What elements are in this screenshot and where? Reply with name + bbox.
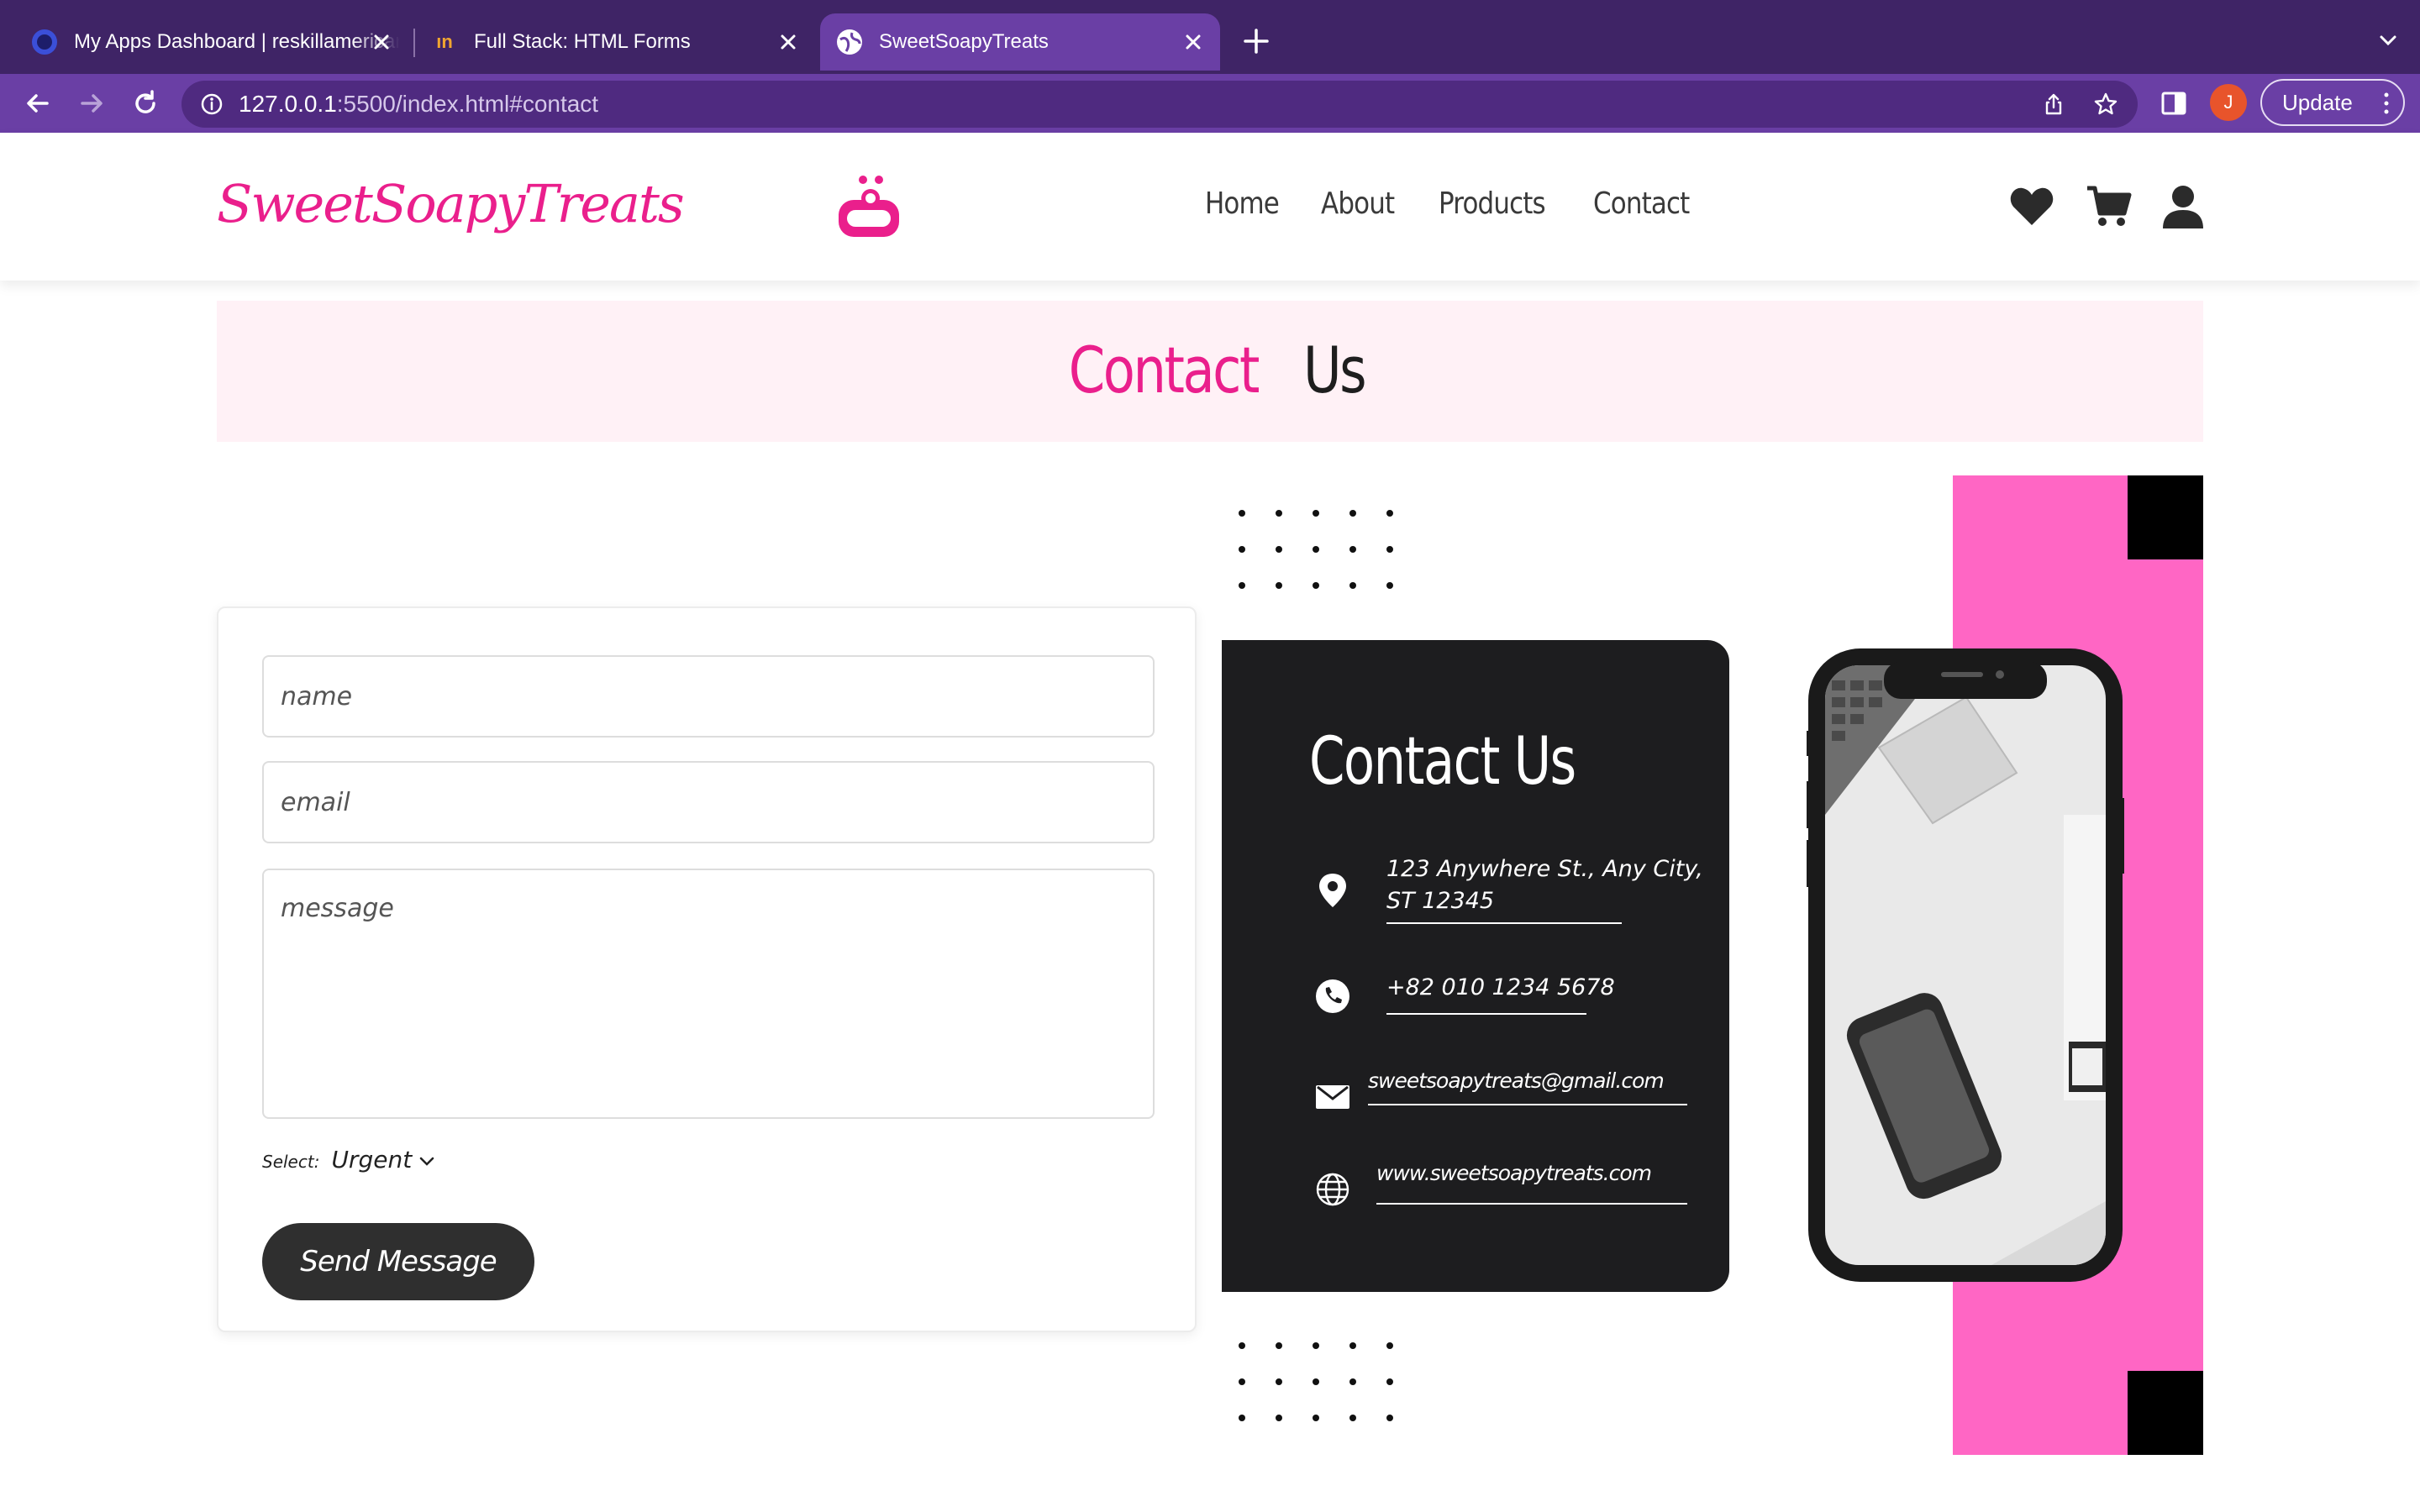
- contact-form-card: Select: Urgent Send Message: [217, 606, 1197, 1332]
- tab-title: SweetSoapyTreats: [879, 30, 1049, 53]
- profile-avatar[interactable]: J: [2210, 84, 2247, 121]
- address-bar[interactable]: 127.0.0.1:5500/index.html#contact: [182, 81, 2138, 128]
- arrow-left-icon: [27, 94, 49, 113]
- share-icon[interactable]: [2040, 91, 2067, 118]
- page-title-banner: Contact Us: [217, 301, 2203, 442]
- side-panel-icon[interactable]: [2158, 87, 2190, 119]
- contact-info-card: Contact Us 123 Anywhere St., Any City, ST…: [1222, 640, 1729, 1292]
- dashboard-favicon-icon: [32, 29, 57, 55]
- browser-tab-html-forms[interactable]: ın Full Stack: HTML Forms: [420, 13, 815, 71]
- address-line-1: 123 Anywhere St., Any City,: [1386, 856, 1703, 882]
- email-text[interactable]: sweetsoapytreats@gmail.com: [1368, 1068, 1665, 1093]
- name-input[interactable]: [262, 655, 1155, 738]
- back-button[interactable]: [20, 86, 55, 121]
- url-text[interactable]: 127.0.0.1:5500/index.html#contact: [239, 91, 598, 118]
- decorative-dots-top: [1239, 510, 1393, 589]
- send-message-button[interactable]: Send Message: [262, 1223, 534, 1300]
- globe-icon: [1316, 1173, 1349, 1206]
- page-title-highlight: Contact: [1069, 333, 1260, 407]
- arrow-right-icon: [81, 94, 103, 113]
- smartphone-mockup-image: [1807, 648, 2124, 1282]
- tab-title: Full Stack: HTML Forms: [474, 30, 691, 53]
- bookmark-star-icon[interactable]: [2092, 91, 2119, 118]
- email-underline: [1368, 1104, 1687, 1105]
- close-tab-icon[interactable]: [370, 30, 393, 54]
- location-pin-icon: [1319, 874, 1346, 907]
- decorative-dots-bottom: [1239, 1342, 1393, 1421]
- more-vertical-icon: [2384, 92, 2389, 114]
- phone-underline: [1386, 1013, 1586, 1015]
- browser-tab-strip: My Apps Dashboard | reskillamericans ın …: [0, 0, 2420, 74]
- cart-icon[interactable]: [2086, 183, 2133, 230]
- priority-select[interactable]: Select: Urgent: [262, 1146, 435, 1173]
- address-text: 123 Anywhere St., Any City, ST 12345: [1386, 853, 1703, 917]
- globe-favicon-icon: [837, 29, 862, 55]
- site-header: SweetSoapyTreats Home About Products Con…: [0, 133, 2420, 281]
- address-line-2: ST 12345: [1386, 888, 1495, 914]
- email-input[interactable]: [262, 761, 1155, 843]
- close-tab-icon[interactable]: [1181, 30, 1205, 54]
- nav-contact[interactable]: Contact: [1593, 186, 1690, 221]
- tab-title: My Apps Dashboard | reskillamericans: [74, 30, 400, 53]
- page-title-rest: Us: [1303, 333, 1367, 407]
- info-card-title: Contact Us: [1309, 724, 1576, 800]
- decorative-black-block-top: [2128, 475, 2203, 559]
- close-tab-icon[interactable]: [776, 30, 800, 54]
- decorative-black-block-bottom: [2128, 1371, 2203, 1455]
- nav-about[interactable]: About: [1321, 186, 1395, 221]
- address-underline: [1386, 922, 1622, 924]
- message-textarea[interactable]: [262, 869, 1155, 1119]
- priority-select-value[interactable]: Urgent: [331, 1146, 412, 1173]
- browser-toolbar: 127.0.0.1:5500/index.html#contact J Upda…: [0, 74, 2420, 133]
- brand-logo-text[interactable]: SweetSoapyTreats: [217, 173, 685, 234]
- url-path: :5500/index.html#contact: [336, 91, 599, 117]
- update-button[interactable]: Update: [2260, 79, 2405, 126]
- site-info-icon[interactable]: [200, 92, 224, 116]
- course-favicon-icon: ın: [436, 31, 453, 52]
- forward-button[interactable]: [74, 86, 109, 121]
- mail-icon: [1316, 1085, 1349, 1109]
- update-label: Update: [2282, 89, 2353, 115]
- priority-select-label: Select:: [262, 1152, 320, 1172]
- browser-tab-dashboard[interactable]: My Apps Dashboard | reskillamericans: [20, 13, 408, 71]
- website-underline: [1376, 1203, 1687, 1205]
- chevron-down-icon[interactable]: [418, 1156, 435, 1168]
- heart-icon[interactable]: [2008, 183, 2055, 230]
- website-text[interactable]: www.sweetsoapytreats.com: [1376, 1161, 1652, 1185]
- url-host: 127.0.0.1: [239, 91, 337, 117]
- reload-button[interactable]: [128, 86, 163, 121]
- phone-text[interactable]: +82 010 1234 5678: [1386, 974, 1615, 1000]
- page-title: Contact Us: [217, 333, 2203, 407]
- tab-separator: [413, 29, 415, 57]
- nav-home[interactable]: Home: [1205, 186, 1280, 221]
- browser-tab-sweetsoapytreats[interactable]: SweetSoapyTreats: [820, 13, 1220, 71]
- user-icon[interactable]: [2160, 183, 2207, 230]
- tab-search-chevron-icon[interactable]: [2376, 29, 2400, 52]
- nav-products[interactable]: Products: [1439, 186, 1546, 221]
- phone-icon: [1316, 979, 1349, 1013]
- reload-icon: [135, 90, 155, 113]
- new-tab-plus-icon[interactable]: [1240, 25, 1272, 57]
- soap-bubbles-logo-icon[interactable]: [835, 173, 902, 240]
